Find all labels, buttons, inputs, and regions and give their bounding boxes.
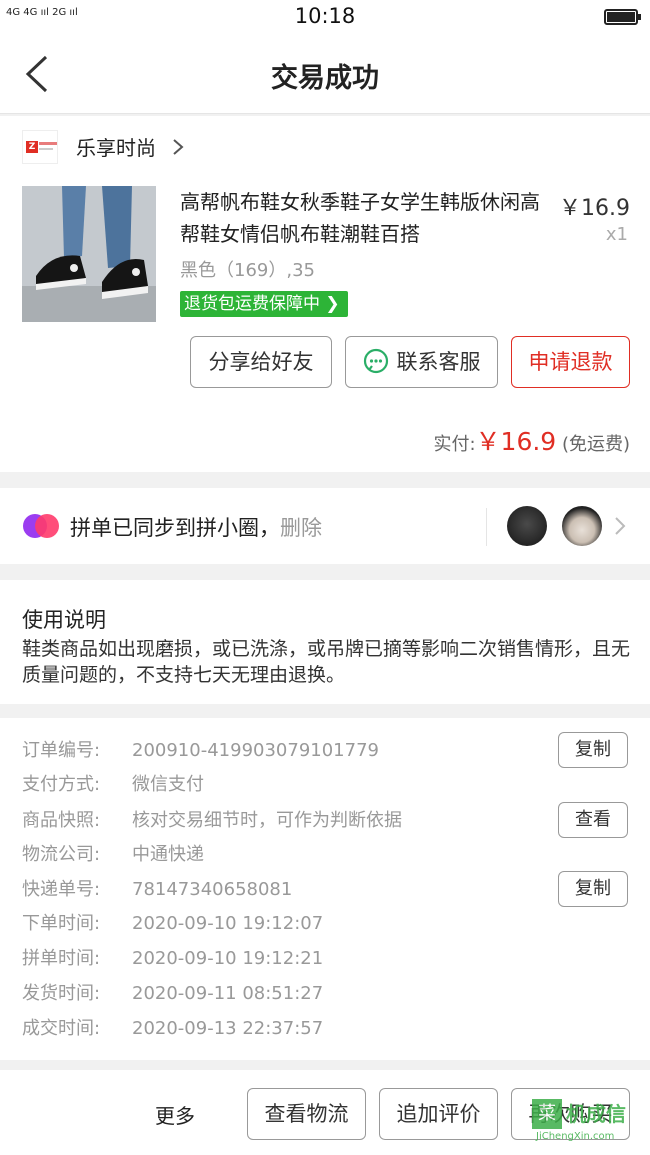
- paid-label: 实付:: [433, 434, 476, 455]
- status-time: 10:18: [294, 4, 356, 28]
- usage-title: 使用说明: [22, 608, 106, 632]
- status-bar: 4G 4G ııl 2G ııl 10:18: [0, 0, 650, 34]
- courier-company: 中通快递: [132, 844, 204, 865]
- product-quantity: x1: [605, 224, 628, 245]
- info-label: 拼单时间:: [22, 948, 101, 969]
- info-row-group-time: 拼单时间: 2020-09-10 19:12:21: [22, 944, 323, 974]
- info-row-deal-time: 成交时间: 2020-09-13 22:37:57: [22, 1014, 323, 1044]
- refund-button[interactable]: 申请退款: [511, 336, 630, 388]
- pin-circle-logo-icon: [23, 514, 59, 538]
- copy-tracking-number-button[interactable]: 复制: [558, 871, 628, 907]
- product-image[interactable]: [22, 186, 156, 322]
- info-row-payment-method: 支付方式: 微信支付: [22, 770, 204, 800]
- deal-time: 2020-09-13 22:37:57: [132, 1018, 324, 1039]
- copy-order-number-button[interactable]: 复制: [558, 732, 628, 768]
- chat-bubble-icon: [363, 348, 388, 374]
- usage-body: 鞋类商品如出现磨损，或已洗涤，或吊牌已摘等影响二次销售情形，且无质量问题的，不支…: [22, 638, 631, 686]
- shipping-guarantee-badge[interactable]: 退货包运费保障中 ❯: [180, 291, 348, 317]
- divider: [486, 508, 487, 546]
- order-card: Z 乐享时尚 高帮帆布鞋女秋季鞋子女学生韩版休闲高帮鞋女情侣帆布鞋潮鞋百搭 ￥1…: [0, 116, 650, 472]
- order-time: 2020-09-10 19:12:07: [132, 913, 324, 934]
- info-label: 订单编号:: [22, 740, 101, 761]
- shop-row[interactable]: Z 乐享时尚: [0, 126, 650, 168]
- info-row-courier: 物流公司: 中通快递: [22, 840, 204, 870]
- product-spec: 黑色（169）,35: [180, 260, 315, 281]
- watermark-text: 机成信: [566, 1102, 626, 1126]
- shop-logo: Z: [22, 130, 58, 164]
- info-label: 支付方式:: [22, 774, 101, 795]
- order-info: 订单编号: 200910-419903079101779 复制 支付方式: 微信支付…: [0, 718, 650, 1060]
- snapshot-hint: 核对交易细节时，可作为判断依据: [132, 810, 402, 831]
- tracking-number: 78147340658081: [132, 879, 293, 900]
- chevron-right-icon[interactable]: [614, 516, 626, 536]
- avatar[interactable]: [562, 506, 602, 546]
- info-row-order-number: 订单编号: 200910-419903079101779: [22, 736, 379, 766]
- group-time: 2020-09-10 19:12:21: [132, 948, 324, 969]
- shop-name[interactable]: 乐享时尚: [76, 132, 156, 161]
- pin-sync-text: 拼单已同步到拼小圈，删除: [70, 512, 322, 542]
- info-row-ship-time: 发货时间: 2020-09-11 08:51:27: [22, 979, 323, 1009]
- add-review-button[interactable]: 追加评价: [379, 1088, 498, 1140]
- ship-time: 2020-09-11 08:51:27: [132, 983, 324, 1004]
- info-row-snapshot: 商品快照: 核对交易细节时，可作为判断依据: [22, 806, 402, 836]
- product-price: ￥16.9: [559, 196, 630, 221]
- payment-method: 微信支付: [132, 774, 204, 795]
- order-number: 200910-419903079101779: [132, 740, 379, 761]
- battery-icon: [604, 9, 641, 25]
- chevron-right-icon: ❯: [325, 294, 340, 314]
- shipping-note: (免运费): [561, 434, 630, 455]
- info-label: 发货时间:: [22, 983, 101, 1004]
- info-label: 成交时间:: [22, 1018, 101, 1039]
- avatar[interactable]: [507, 506, 547, 546]
- watermark-logo: 菜: [532, 1099, 562, 1129]
- pin-circle-row: 拼单已同步到拼小圈，删除: [0, 488, 650, 564]
- info-label: 快递单号:: [22, 879, 101, 900]
- contact-service-label: 联系客服: [396, 350, 481, 374]
- chevron-right-icon: [173, 139, 184, 155]
- info-label: 商品快照:: [22, 810, 101, 831]
- payment-summary: 实付:￥16.9 (免运费): [433, 422, 630, 458]
- guarantee-label: 退货包运费保障中: [184, 294, 320, 314]
- info-row-tracking-number: 快递单号: 78147340658081: [22, 875, 292, 905]
- nav-bar: 交易成功: [0, 34, 650, 114]
- view-logistics-button[interactable]: 查看物流: [247, 1088, 366, 1140]
- view-snapshot-button[interactable]: 查看: [558, 802, 628, 838]
- shop-logo-mark: Z: [26, 141, 38, 153]
- info-label: 下单时间:: [22, 913, 101, 934]
- product-title[interactable]: 高帮帆布鞋女秋季鞋子女学生韩版休闲高帮鞋女情侣帆布鞋潮鞋百搭: [180, 186, 548, 250]
- paid-amount: ￥16.9: [475, 427, 557, 456]
- contact-service-button[interactable]: 联系客服: [345, 336, 498, 388]
- pin-delete-link[interactable]: 删除: [280, 516, 322, 540]
- share-button[interactable]: 分享给好友: [190, 336, 332, 388]
- site-watermark: 菜 机成信 JiChengXin.com: [532, 1099, 644, 1149]
- pin-sync-label: 拼单已同步到拼小圈，: [70, 516, 280, 540]
- info-row-order-time: 下单时间: 2020-09-10 19:12:07: [22, 909, 323, 939]
- watermark-url: JiChengXin.com: [536, 1131, 615, 1142]
- page-title: 交易成功: [271, 63, 379, 94]
- more-menu[interactable]: 更多: [155, 1100, 195, 1129]
- bottom-action-bar: 更多 查看物流 追加评价 再次购买 菜 机成信 JiChengXin.com: [0, 1070, 650, 1155]
- sneaker-image: [22, 186, 156, 322]
- usage-notes: 使用说明 鞋类商品如出现磨损，或已洗涤，或吊牌已摘等影响二次销售情形，且无质量问…: [0, 580, 650, 704]
- info-label: 物流公司:: [22, 844, 101, 865]
